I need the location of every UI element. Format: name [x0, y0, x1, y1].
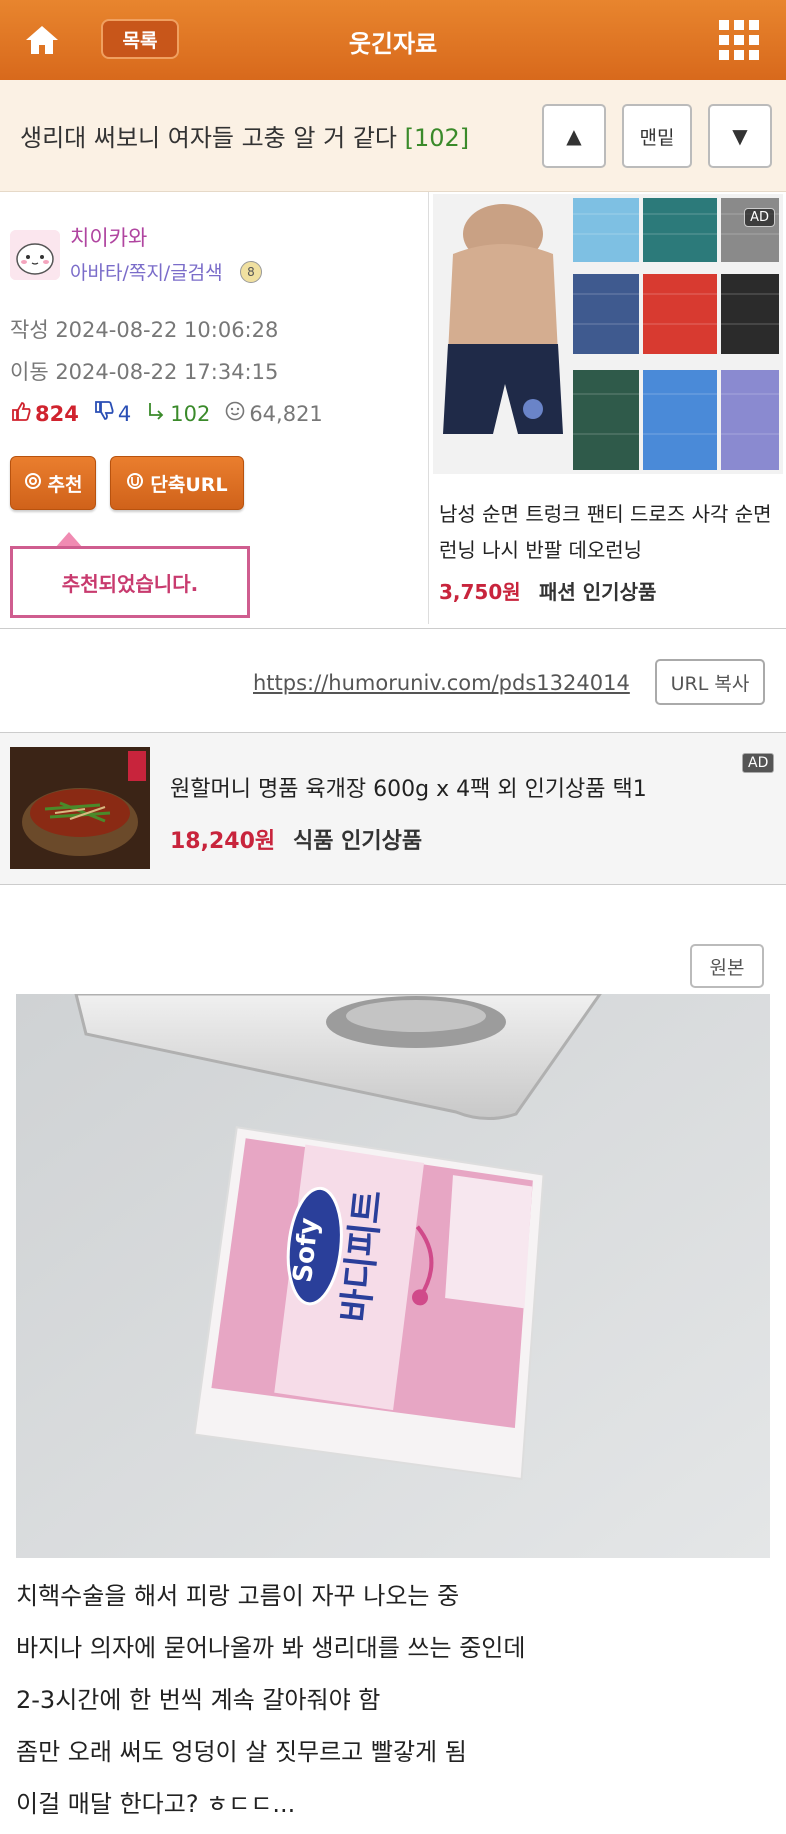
post-image[interactable]: Sofy 바디피트	[16, 994, 770, 1558]
body-line-2: 바지나 의자에 묻어나올까 봐 생리대를 쓰는 중인데	[16, 1634, 526, 1662]
post-title: 생리대 써보니 여자들 고충 알 거 같다 [102]	[20, 118, 469, 153]
side-product-ad[interactable]: AD 남성 순면 트렁크 팬티 드로즈 사각 순면 런닝 나시 반팔 데오런닝 …	[428, 192, 786, 624]
short-url-icon	[126, 472, 144, 495]
view-stat: 64,821	[224, 400, 323, 427]
original-image-button[interactable]: 원본	[690, 944, 764, 988]
recommend-icon	[24, 472, 42, 495]
food-product-ad[interactable]: 원할머니 명품 육개장 600g x 4팩 외 인기상품 택1 18,240원 …	[0, 733, 786, 885]
post-title-text: 생리대 써보니 여자들 고충 알 거 같다	[20, 124, 397, 152]
written-date: 작성 2024-08-22 10:06:28	[10, 318, 279, 342]
body-line-5: 이걸 매달 한다고? ㅎㄷㄷ...	[16, 1790, 296, 1818]
author-links[interactable]: 아바타/쪽지/글검색	[70, 258, 223, 285]
moved-date: 이동 2024-08-22 17:34:15	[10, 360, 279, 384]
recommended-notice: 추천되었습니다.	[10, 546, 250, 618]
recommend-label: 추천	[47, 473, 83, 496]
post-title-row: 생리대 써보니 여자들 고충 알 거 같다 [102] ▲ 맨밑 ▼	[0, 80, 786, 192]
food-ad-category: 식품 인기상품	[293, 829, 423, 854]
home-icon[interactable]	[22, 20, 62, 60]
food-ad-name[interactable]: 원할머니 명품 육개장 600g x 4팩 외 인기상품 택1	[170, 771, 647, 803]
scroll-up-button[interactable]: ▲	[542, 104, 606, 168]
view-count: 64,821	[249, 401, 323, 426]
food-ad-badge: AD	[742, 753, 775, 773]
thumbs-down-icon	[93, 400, 115, 427]
food-ad-image[interactable]	[10, 747, 150, 869]
scroll-bottom-button[interactable]: 맨밑	[622, 104, 692, 168]
body-line-3: 2-3시간에 한 번씩 계속 갈아줘야 함	[16, 1686, 381, 1714]
ad-product-category: 패션 인기상품	[539, 580, 657, 604]
ad-product-image[interactable]: AD	[433, 194, 783, 474]
smiley-icon	[224, 400, 246, 427]
body-line-1: 치핵수술을 해서 피랑 고름이 자꾸 나오는 중	[16, 1582, 460, 1610]
scroll-down-button[interactable]: ▼	[708, 104, 772, 168]
post-stats: 824 4 102 64,821	[10, 400, 323, 427]
body-line-4: 좀만 오래 써도 엉덩이 살 짓무르고 빨갛게 됨	[16, 1738, 467, 1766]
like-count: 824	[35, 401, 79, 426]
post-url-link[interactable]: https://humoruniv.com/pds1324014	[253, 671, 630, 695]
short-url-label: 단축URL	[150, 473, 228, 496]
recommend-button[interactable]: 추천	[10, 456, 96, 510]
author-nickname[interactable]: 치이카와	[70, 222, 147, 252]
ad-badge: AD	[744, 208, 775, 227]
comment-stat-count: 102	[170, 401, 211, 426]
comment-stat[interactable]: 102	[145, 400, 210, 427]
ad-product-price: 3,750원	[439, 580, 521, 604]
avatar[interactable]	[10, 230, 60, 280]
dislike-stat[interactable]: 4	[93, 400, 131, 427]
thumbs-up-icon	[10, 400, 32, 427]
ad-product-name[interactable]: 남성 순면 트렁크 팬티 드로즈 사각 순면 런닝 나시 반팔 데오런닝	[439, 496, 779, 568]
dislike-count: 4	[117, 401, 132, 426]
grid-menu-icon[interactable]	[718, 19, 760, 61]
author-block: 치이카와 아바타/쪽지/글검색 8 작성 2024-08-22 10:06:28…	[0, 192, 428, 624]
comment-count[interactable]: [102]	[405, 124, 470, 152]
food-ad-price: 18,240원	[170, 829, 276, 854]
url-copy-button[interactable]: URL 복사	[655, 659, 765, 705]
short-url-button[interactable]: 단축URL	[110, 456, 244, 510]
top-bar: 목록 웃긴자료	[0, 0, 786, 80]
reply-arrow-icon	[145, 400, 167, 427]
like-stat[interactable]: 824	[10, 400, 79, 427]
url-row: https://humoruniv.com/pds1324014 URL 복사	[0, 628, 786, 733]
list-button[interactable]: 목록	[101, 19, 179, 59]
level-badge: 8	[240, 261, 262, 283]
